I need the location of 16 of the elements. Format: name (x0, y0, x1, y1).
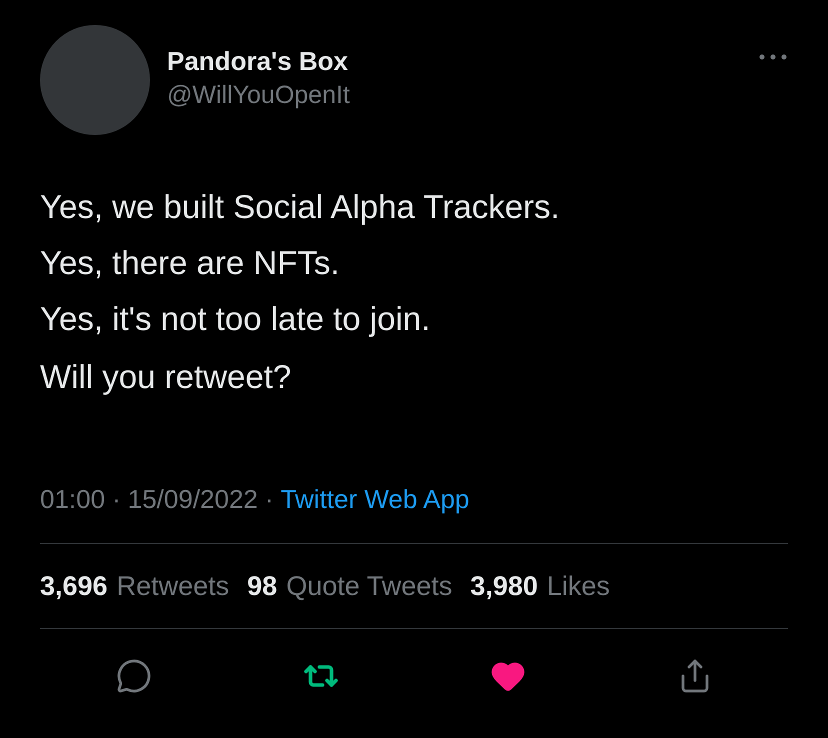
timestamp: · (264, 482, 274, 516)
timestamp: 01:00 (40, 482, 106, 516)
stat-count: 3,696 (40, 570, 108, 603)
source-link[interactable]: Twitter Web App (280, 480, 470, 518)
timestamp: · (112, 482, 121, 516)
tweet-text: Will you retweet? (40, 357, 292, 397)
author-name[interactable]: Pandora's Box (167, 44, 350, 78)
stat-label: Likes (546, 570, 610, 603)
timestamp: 15/09/2022 (128, 482, 258, 516)
stat-count: 3,980 (470, 570, 538, 603)
stat-count: 98 (247, 570, 278, 603)
tweet-text: Yes, we built Social Alpha Trackers. Yes, there are NFTs. Yes, it's not too late to join. (40, 187, 561, 339)
stat-label: Retweets (116, 570, 230, 603)
more-icon[interactable] (758, 53, 788, 61)
author-handle[interactable]: @WillYouOpenIt (167, 78, 350, 112)
stat-label: Quote Tweets (286, 570, 452, 603)
